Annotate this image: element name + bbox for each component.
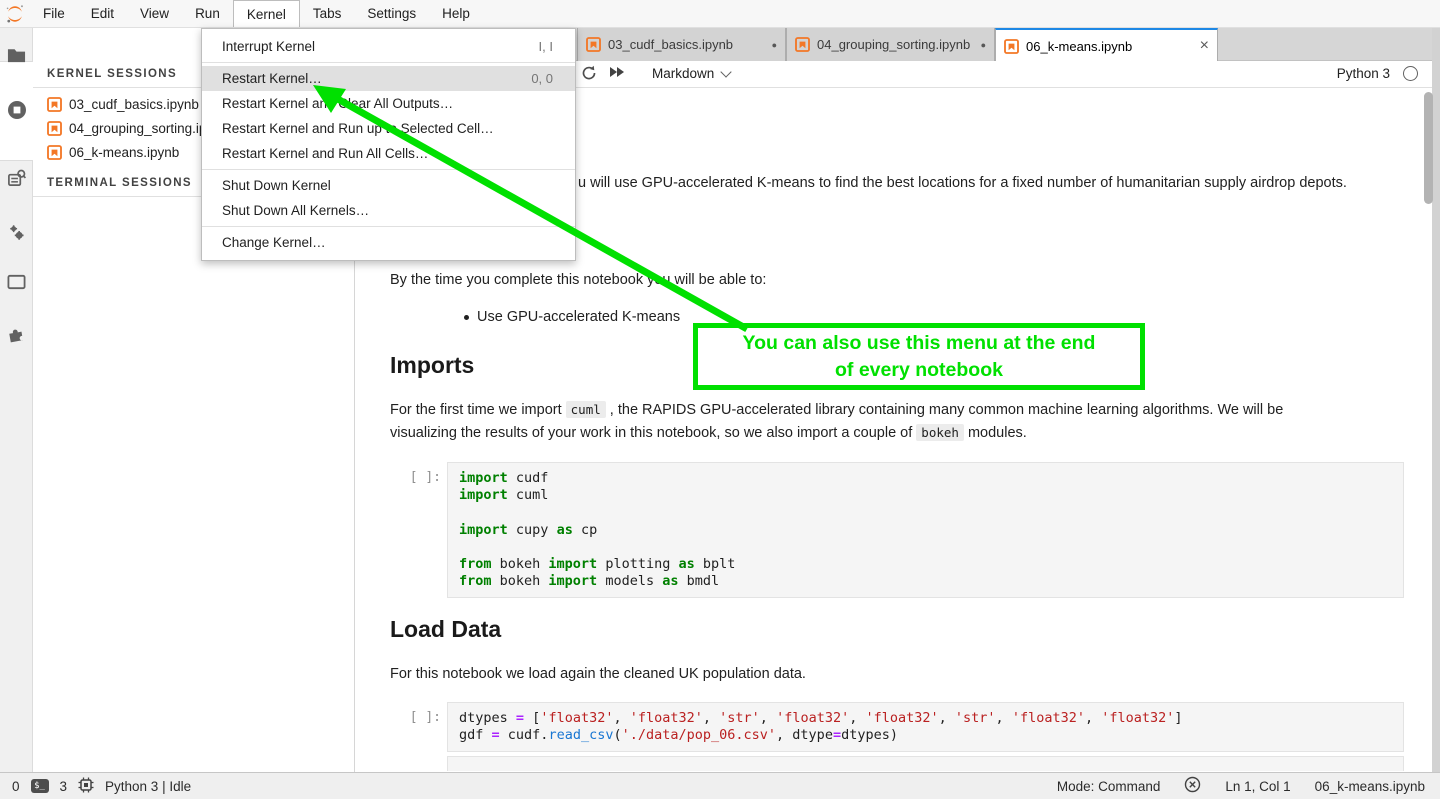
chevron-down-icon xyxy=(721,66,732,77)
menu-item-interrupt-kernel[interactable]: Interrupt KernelI, I xyxy=(202,34,575,59)
menu-item-restart-kernel[interactable]: Restart Kernel…0, 0 xyxy=(202,66,575,91)
kernel-status-text[interactable]: Python 3 | Idle xyxy=(105,779,191,794)
kernel-dropdown-menu: Interrupt KernelI, I Restart Kernel…0, 0… xyxy=(201,28,576,261)
menu-item-shutdown-kernel[interactable]: Shut Down Kernel xyxy=(202,173,575,198)
active-filename[interactable]: 06_k-means.ipynb xyxy=(1315,779,1425,794)
kernel-status-circle-icon xyxy=(1403,66,1418,81)
load-data-heading: Load Data xyxy=(390,616,501,643)
terminal-badge-icon[interactable]: $_ xyxy=(31,779,49,793)
dirty-indicator[interactable]: ● xyxy=(981,40,986,50)
menu-settings[interactable]: Settings xyxy=(354,0,429,27)
refresh-icon[interactable] xyxy=(581,65,597,86)
tab-04-grouping-sorting[interactable]: 04_grouping_sorting.ipynb ● xyxy=(786,28,995,61)
menu-edit[interactable]: Edit xyxy=(78,0,127,27)
tab-label: 06_k-means.ipynb xyxy=(1026,39,1132,54)
notebook-icon xyxy=(47,145,62,160)
menu-help[interactable]: Help xyxy=(429,0,483,27)
cell-type-value: Markdown xyxy=(652,66,714,81)
command-palette-icon[interactable] xyxy=(0,156,33,200)
imports-paragraph-line2: visualizing the results of your work in … xyxy=(390,425,1027,441)
fast-forward-icon[interactable] xyxy=(608,65,626,84)
notebook-icon xyxy=(47,97,62,112)
code-cell-load-data[interactable]: dtypes = ['float32', 'float32', 'str', '… xyxy=(447,702,1404,752)
menu-item-change-kernel[interactable]: Change Kernel… xyxy=(202,230,575,255)
imports-paragraph-line1: For the first time we import cuml , the … xyxy=(390,402,1283,418)
vertical-scrollbar[interactable] xyxy=(1424,92,1433,204)
kernel-chip-icon[interactable] xyxy=(78,777,94,796)
menu-item-restart-run-to-selected[interactable]: Restart Kernel and Run up to Selected Ce… xyxy=(202,116,575,141)
terminal-count[interactable]: 0 xyxy=(12,779,20,794)
status-bar-right: Mode: Command Ln 1, Col 1 06_k-means.ipy… xyxy=(1057,776,1440,796)
tab-06-k-means[interactable]: 06_k-means.ipynb × xyxy=(995,28,1218,62)
load-data-paragraph: For this notebook we load again the clea… xyxy=(390,666,806,682)
code-cell-imports[interactable]: import cudfimport cuml import cupy as cp… xyxy=(447,462,1404,598)
dirty-indicator[interactable]: ● xyxy=(772,40,777,50)
kernel-session-item[interactable]: 06_k-means.ipynb xyxy=(47,140,179,164)
menu-item-shutdown-all-kernels[interactable]: Shut Down All Kernels… xyxy=(202,198,575,223)
tab-03-cudf-basics[interactable]: 03_cudf_basics.ipynb ● xyxy=(577,28,786,61)
menu-view[interactable]: View xyxy=(127,0,182,27)
tab-label: 03_cudf_basics.ipynb xyxy=(608,37,733,52)
menu-file[interactable]: File xyxy=(30,0,78,27)
terminal-sessions-header: TERMINAL SESSIONS xyxy=(47,177,192,189)
extensions-puzzle-icon[interactable] xyxy=(0,312,33,356)
bullet-icon xyxy=(464,315,469,320)
notebook-icon xyxy=(47,121,62,136)
status-bar-left: 0 $_ 3 Python 3 | Idle xyxy=(0,777,191,796)
kernel-count[interactable]: 3 xyxy=(60,779,68,794)
folder-icon[interactable] xyxy=(0,33,33,77)
objectives-bullet-item: Use GPU-accelerated K-means xyxy=(464,309,680,325)
kernel-name: Python 3 xyxy=(1337,66,1390,81)
notebook-icon xyxy=(795,37,810,52)
running-sessions-icon[interactable] xyxy=(0,88,33,132)
intro-paragraph: u will use GPU-accelerated K-means to fi… xyxy=(578,175,1347,191)
kernel-indicator[interactable]: Python 3 xyxy=(1337,66,1418,81)
notebook-icon xyxy=(586,37,601,52)
menu-item-restart-run-all[interactable]: Restart Kernel and Run All Cells… xyxy=(202,141,575,166)
menu-tabs[interactable]: Tabs xyxy=(300,0,355,27)
cell-prompt: [ ]: xyxy=(391,710,441,725)
status-bar: 0 $_ 3 Python 3 | Idle Mode: Command Ln … xyxy=(0,772,1440,799)
menu-separator xyxy=(202,226,575,227)
tab-label: 04_grouping_sorting.ipynb xyxy=(817,37,970,52)
shortcut-label: 0, 0 xyxy=(531,71,553,86)
menubar: File Edit View Run Kernel Tabs Settings … xyxy=(0,0,1440,28)
objectives-lead: By the time you complete this notebook y… xyxy=(390,272,766,288)
code-cell-partial[interactable] xyxy=(447,756,1404,771)
shortcut-label: I, I xyxy=(539,39,553,54)
panel-edge xyxy=(1432,28,1440,772)
kernel-sessions-header: KERNEL SESSIONS xyxy=(47,68,177,80)
menu-run[interactable]: Run xyxy=(182,0,233,27)
menu-kernel[interactable]: Kernel xyxy=(233,0,300,27)
cursor-position[interactable]: Ln 1, Col 1 xyxy=(1225,779,1290,794)
notebook-icon xyxy=(1004,39,1019,54)
session-name: 06_k-means.ipynb xyxy=(69,145,179,160)
cell-type-dropdown[interactable]: Markdown xyxy=(652,66,730,81)
close-icon[interactable]: × xyxy=(1200,38,1209,54)
circled-x-icon[interactable] xyxy=(1184,776,1201,796)
property-inspector-gears-icon[interactable] xyxy=(0,210,33,254)
session-name: 03_cudf_basics.ipynb xyxy=(69,97,199,112)
cell-prompt: [ ]: xyxy=(391,470,441,485)
jupyter-logo-icon xyxy=(0,1,30,27)
open-tabs-icon[interactable] xyxy=(0,260,33,304)
kernel-session-item[interactable]: 03_cudf_basics.ipynb xyxy=(47,92,199,116)
menu-separator xyxy=(202,169,575,170)
command-mode-indicator[interactable]: Mode: Command xyxy=(1057,779,1161,794)
menu-separator xyxy=(202,62,575,63)
imports-heading: Imports xyxy=(390,352,474,379)
menu-item-restart-clear-outputs[interactable]: Restart Kernel and Clear All Outputs… xyxy=(202,91,575,116)
left-sidebar-strip xyxy=(0,28,33,772)
